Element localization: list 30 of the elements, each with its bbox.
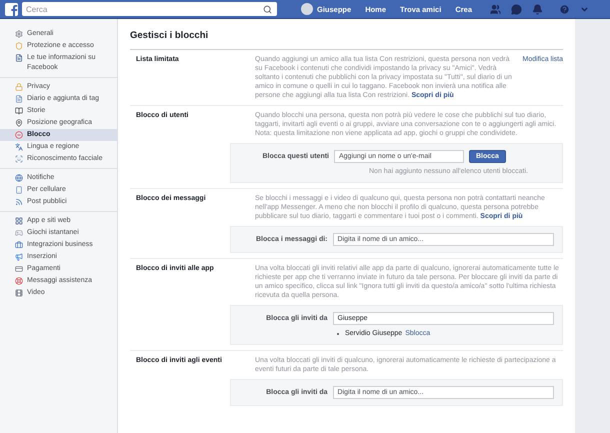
page-title: Gestisci i blocchi [130,30,563,50]
avatar[interactable] [301,3,313,15]
languages-icon [15,143,23,151]
megaphone-icon [15,253,23,261]
map-pin-icon [15,119,23,127]
grid-icon [15,217,23,225]
document-icon [15,95,23,103]
gear-icon [15,30,23,38]
face-scan-icon [15,155,23,163]
shield-icon [15,42,23,50]
credit-card-icon [15,265,23,273]
phone-icon [15,186,23,194]
help-icon[interactable] [559,4,570,14]
search-field[interactable]: Cerca [22,2,277,16]
bell-icon[interactable] [532,4,543,14]
document-icon [15,54,23,62]
caret-icon[interactable] [580,4,589,14]
friends-icon[interactable] [490,4,501,14]
lock-icon [15,83,23,91]
search-icon[interactable] [263,4,272,14]
lifebuoy-icon [15,277,23,285]
book-icon [15,107,23,115]
briefcase-icon [15,241,23,249]
messenger-icon[interactable] [511,4,522,14]
globe-icon [15,174,23,182]
logo-icon[interactable] [5,2,18,16]
minus-circle-icon [15,131,23,139]
feed-icon [15,198,23,206]
film-icon [15,289,23,297]
gamepad-icon [15,229,23,237]
